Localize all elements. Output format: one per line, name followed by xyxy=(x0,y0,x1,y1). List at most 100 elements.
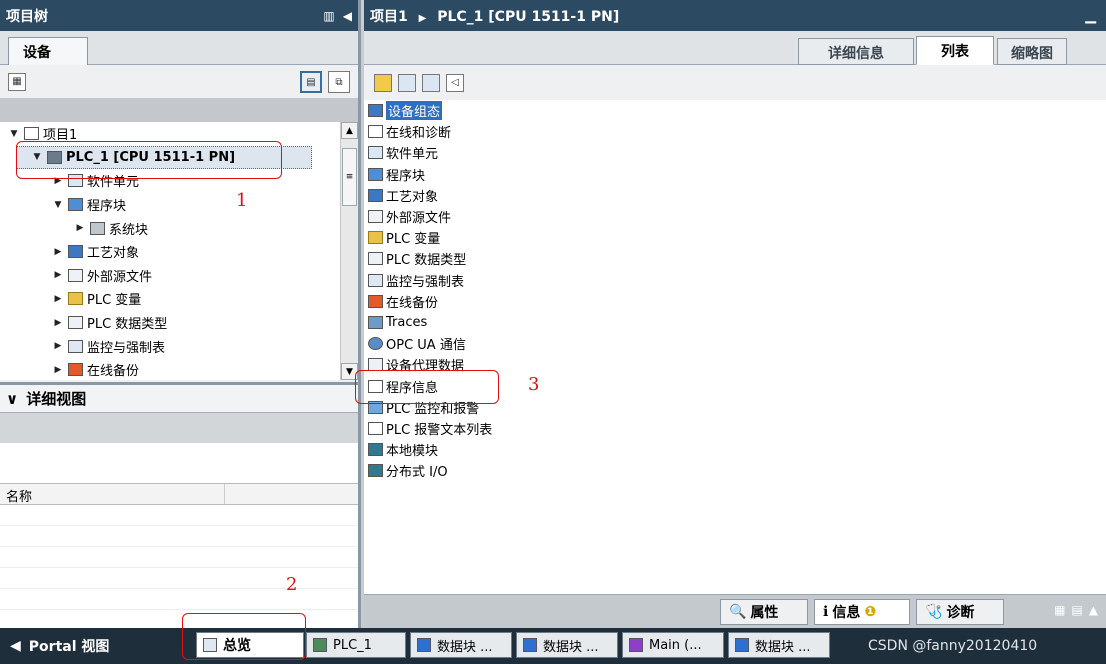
program-block-icon xyxy=(68,198,83,212)
tree-item[interactable]: ▶ 在线备份 xyxy=(0,358,340,380)
program-info-icon xyxy=(368,379,383,393)
collapse-pane-icon[interactable]: ◀ xyxy=(343,9,352,23)
expand-arrow-icon[interactable]: ▼ xyxy=(52,200,64,210)
taskbar-item[interactable]: PLC_1 xyxy=(306,632,406,658)
list-item[interactable]: 程序信息 xyxy=(364,375,1104,396)
tree-item[interactable]: ▶ 软件单元 xyxy=(0,169,340,193)
collapse-arrow-icon[interactable]: ▶ xyxy=(52,176,64,186)
tree-item-label: 系统块 xyxy=(109,222,149,238)
tree-item[interactable]: ▼ 程序块 xyxy=(0,193,340,217)
external-source-icon xyxy=(68,268,83,282)
list-item[interactable]: 工艺对象 xyxy=(364,185,1104,206)
open-folder-icon[interactable] xyxy=(374,73,392,92)
taskbar-item[interactable]: 数据块 ... xyxy=(516,632,618,658)
tab-details[interactable]: 详细信息 xyxy=(798,38,914,65)
tree-item[interactable]: ▼ PLC_1 [CPU 1511-1 PN] xyxy=(16,145,312,170)
watermark: CSDN @fanny20120410 xyxy=(868,628,1037,664)
portal-view-button[interactable]: ◀ Portal 视图 xyxy=(10,628,109,664)
list-item[interactable]: 分布式 I/O xyxy=(364,460,1104,481)
tree-item[interactable]: ▶ PLC 数据类型 xyxy=(0,311,340,335)
list-view-icon[interactable]: ▤ xyxy=(300,71,322,93)
list-item-label: PLC 变量 xyxy=(386,232,441,248)
taskbar-item[interactable]: 数据块 ... xyxy=(728,632,830,658)
collapse-arrow-icon[interactable]: ▶ xyxy=(52,270,64,280)
project-tree-tabstrip: 设备 xyxy=(0,31,358,65)
collapse-arrow-icon[interactable]: ▶ xyxy=(52,318,64,328)
tab-thumbnails[interactable]: 缩略图 xyxy=(997,38,1067,65)
list-item[interactable]: OPC UA 通信 xyxy=(364,333,1104,354)
tree-item[interactable]: ▶ 监控与强制表 xyxy=(0,334,340,358)
split-view-icon[interactable] xyxy=(398,73,416,92)
tree-item[interactable]: ▶ 外部源文件 xyxy=(0,264,340,288)
plc-tag-icon xyxy=(68,292,83,306)
tree-item[interactable]: ▶ PLC 变量 xyxy=(0,287,340,311)
collapse-arrow-icon[interactable]: ▶ xyxy=(52,294,64,304)
expand-arrow-icon[interactable]: ▼ xyxy=(31,152,43,162)
list-item[interactable]: 在线备份 xyxy=(364,291,1104,312)
chevron-down-icon[interactable]: ∨ xyxy=(6,390,18,408)
collapse-arrow-icon[interactable]: ▶ xyxy=(52,365,64,375)
tab-properties[interactable]: 🔍 属性 xyxy=(720,599,808,625)
distributed-io-icon xyxy=(368,464,383,478)
scroll-down-icon[interactable]: ▼ xyxy=(341,363,358,380)
pane-layout-icon[interactable]: ▥ xyxy=(323,9,334,23)
collapse-arrow-icon[interactable]: ▶ xyxy=(74,223,86,233)
tree-item-label: 软件单元 xyxy=(87,175,140,191)
editor-titlebar: 项目1 ▶ PLC_1 [CPU 1511-1 PN] ▁ xyxy=(364,0,1106,31)
project-tree: ▼ 项目1 ▼ PLC_1 [CPU 1511-1 PN] ▶ 软件单元 ▼ 程序块 ▶ 系统块 ▶… xyxy=(0,122,340,380)
list-item[interactable]: 设备组态 xyxy=(364,100,1104,121)
database-icon xyxy=(417,638,431,652)
editor-toolbar: ◁ xyxy=(364,65,1106,100)
list-item[interactable]: PLC 报警文本列表 xyxy=(364,418,1104,439)
tree-item[interactable]: ▶ 工艺对象 xyxy=(0,240,340,264)
tab-info[interactable]: ℹ 信息 ❶ xyxy=(814,599,910,625)
list-item[interactable]: 监控与强制表 xyxy=(364,270,1104,291)
split-horizontal-icon[interactable] xyxy=(422,73,440,92)
taskbar-item[interactable]: Main (... xyxy=(622,632,724,658)
tree-scrollbar[interactable]: ▲ ≡ ▼ xyxy=(340,122,358,380)
tab-list[interactable]: 列表 xyxy=(916,36,994,65)
alarm-text-icon xyxy=(368,421,383,435)
tree-item[interactable]: ▶ 系统块 xyxy=(0,216,340,240)
portal-taskbar: ◀ Portal 视图 总览 PLC_1 数据块 ... 数据块 ... Main (.… xyxy=(0,628,1106,664)
new-window-icon[interactable]: ⧉ xyxy=(328,71,350,93)
expand-arrow-icon[interactable]: ▼ xyxy=(8,129,20,139)
list-item[interactable]: 本地模块 xyxy=(364,439,1104,460)
scroll-up-icon[interactable]: ▲ xyxy=(341,122,358,139)
tab-devices[interactable]: 设备 xyxy=(8,37,88,65)
list-item[interactable]: PLC 变量 xyxy=(364,227,1104,248)
tree-item-label: 项目1 xyxy=(43,128,78,144)
pane-layout-icon[interactable]: ▦ xyxy=(1054,603,1065,617)
tree-item[interactable]: ▼ 项目1 xyxy=(0,122,340,146)
list-item[interactable]: 软件单元 xyxy=(364,142,1104,163)
collapse-arrow-icon[interactable]: ▶ xyxy=(52,341,64,351)
device-proxy-icon xyxy=(368,358,383,372)
column-name[interactable]: 名称 xyxy=(0,484,225,505)
list-item[interactable]: PLC 数据类型 xyxy=(364,248,1104,269)
scroll-thumb[interactable]: ≡ xyxy=(342,148,357,206)
list-item-label: PLC 监控和报警 xyxy=(386,401,480,417)
list-item[interactable]: PLC 监控和报警 xyxy=(364,397,1104,418)
breadcrumb-project[interactable]: 项目1 xyxy=(370,9,408,25)
tree-item-label: 监控与强制表 xyxy=(87,340,166,356)
device-config-icon xyxy=(368,104,383,118)
expand-up-icon[interactable]: ▲ xyxy=(1089,603,1098,617)
list-item[interactable]: 设备代理数据 xyxy=(364,354,1104,375)
taskbar-item[interactable]: 总览 xyxy=(196,632,304,658)
tab-diagnostics[interactable]: 🩺 诊断 xyxy=(916,599,1004,625)
taskbar-item[interactable]: 数据块 ... xyxy=(410,632,512,658)
list-item[interactable]: 外部源文件 xyxy=(364,206,1104,227)
collapse-arrow-icon[interactable]: ▶ xyxy=(52,247,64,257)
list-item[interactable]: 程序块 xyxy=(364,164,1104,185)
minimize-icon[interactable]: ▁ xyxy=(1085,8,1096,24)
detail-view-header[interactable]: ∨ 详细视图 xyxy=(0,385,358,413)
chevron-left-icon: ◀ xyxy=(10,638,21,654)
back-icon[interactable]: ◁ xyxy=(446,73,464,92)
list-item[interactable]: 在线和诊断 xyxy=(364,121,1104,142)
project-view-icon[interactable]: ▦ xyxy=(8,72,26,91)
breadcrumb-plc[interactable]: PLC_1 [CPU 1511-1 PN] xyxy=(437,9,619,25)
list-item[interactable]: Traces xyxy=(364,312,1104,333)
pane-menu-icon[interactable]: ▤ xyxy=(1071,603,1082,617)
inspector-tabbar: 🔍 属性 ℹ 信息 ❶ 🩺 诊断 ▦ ▤ ▲ xyxy=(364,594,1106,628)
program-block-icon xyxy=(368,167,383,181)
